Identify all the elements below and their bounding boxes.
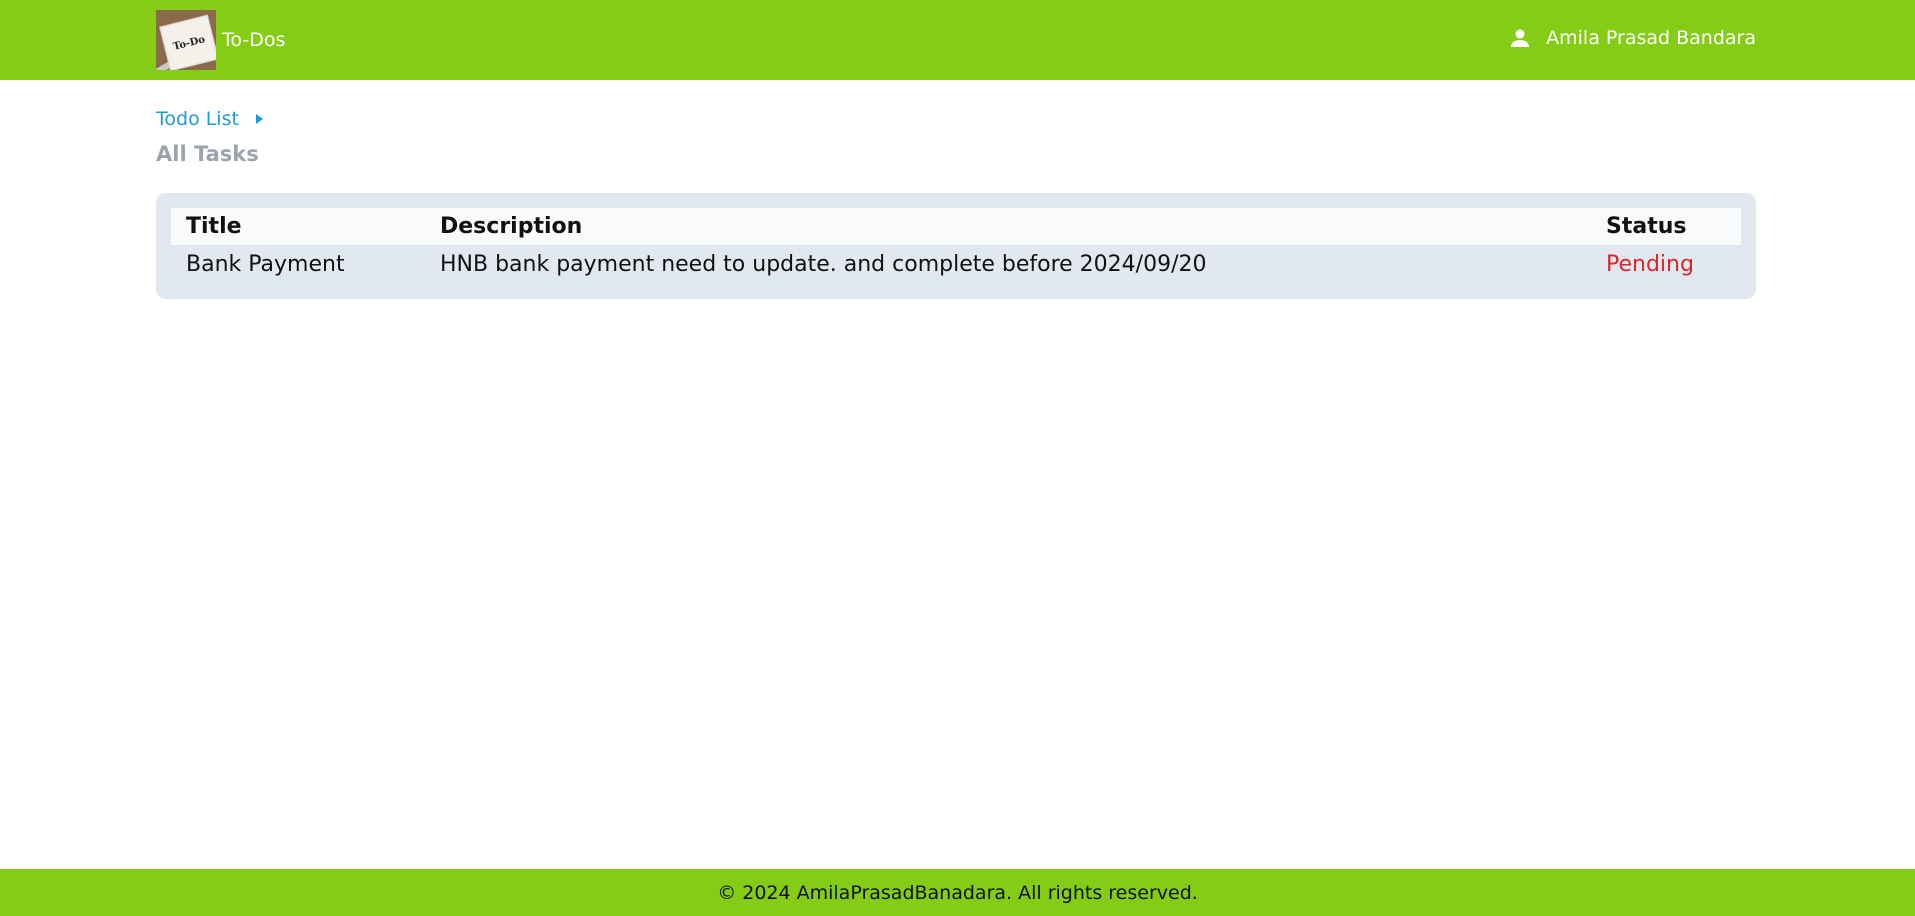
top-navbar: To-Do To-Dos Amila Prasad Bandara xyxy=(0,0,1915,80)
copyright-text: © 2024 AmilaPrasadBanadara. All rights r… xyxy=(717,881,1198,904)
app-logo[interactable]: To-Do xyxy=(156,10,216,70)
brand[interactable]: To-Do To-Dos xyxy=(156,10,285,70)
table-header-row: Title Description Status xyxy=(171,208,1741,245)
tasks-table: Title Description Status Bank Payment HN… xyxy=(171,208,1741,284)
user-menu[interactable]: Amila Prasad Bandara xyxy=(1508,26,1756,50)
table-row[interactable]: Bank Payment HNB bank payment need to up… xyxy=(171,245,1741,284)
logo-notepad: To-Do xyxy=(159,14,216,70)
task-title: Bank Payment xyxy=(186,252,345,277)
column-header-status: Status xyxy=(1591,208,1741,245)
logo-text: To-Do xyxy=(171,33,207,53)
task-description: HNB bank payment need to update. and com… xyxy=(440,252,1207,277)
user-name: Amila Prasad Bandara xyxy=(1546,27,1756,49)
breadcrumb: Todo List xyxy=(156,108,265,130)
column-header-description: Description xyxy=(425,208,1591,245)
task-status: Pending xyxy=(1606,252,1694,277)
breadcrumb-todo-list[interactable]: Todo List xyxy=(156,108,239,130)
page-title: All Tasks xyxy=(156,142,259,166)
column-header-title: Title xyxy=(171,208,425,245)
caret-right-icon xyxy=(255,114,263,124)
person-icon xyxy=(1511,29,1530,47)
footer: © 2024 AmilaPrasadBanadara. All rights r… xyxy=(0,869,1915,916)
app-name[interactable]: To-Dos xyxy=(222,29,285,51)
tasks-table-card: Title Description Status Bank Payment HN… xyxy=(156,193,1756,299)
